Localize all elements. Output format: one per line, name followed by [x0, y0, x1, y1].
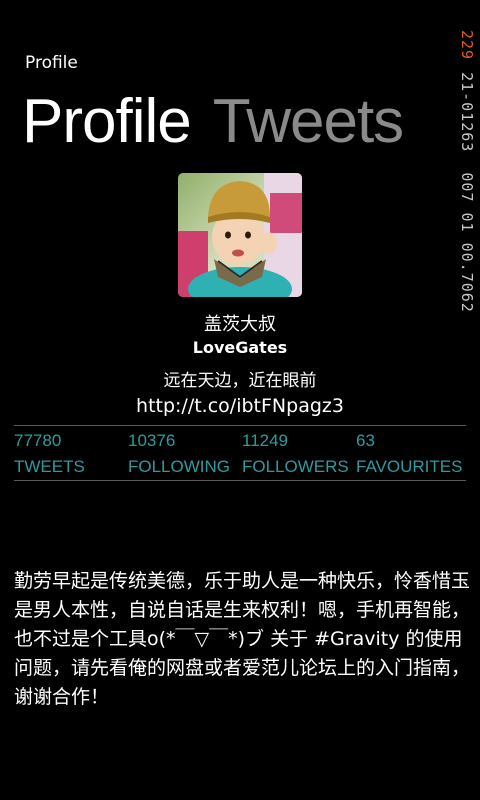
stat-tweets-label: TWEETS: [14, 457, 85, 476]
avatar-image: [178, 173, 302, 297]
stat-followers[interactable]: 11249 FOLLOWERS: [242, 430, 362, 478]
stat-followers-count: 11249: [242, 431, 289, 450]
system-status-strip: 229 21-01263 007 01 00.7062: [454, 30, 476, 390]
stat-following-label: FOLLOWING: [128, 457, 231, 476]
bio-text: 远在天边，近在眼前: [163, 371, 317, 391]
display-name: 盖茨大叔: [204, 314, 276, 335]
stat-followers-label: FOLLOWERS: [242, 457, 349, 476]
stat-following[interactable]: 10376 FOLLOWING: [128, 430, 248, 478]
status-date: 21-01263: [458, 72, 476, 153]
stats-top-divider: [14, 425, 466, 426]
stat-tweets[interactable]: 77780 TWEETS: [14, 430, 134, 478]
pivot-header: Profile Tweets: [22, 82, 404, 162]
stat-favourites[interactable]: 63 FAVOURITES: [356, 430, 476, 478]
avatar[interactable]: [178, 173, 302, 297]
pivot-item-profile[interactable]: Profile: [22, 82, 192, 162]
stats-bottom-divider: [14, 480, 466, 481]
stat-favourites-count: 63: [356, 431, 375, 450]
pivot-item-tweets[interactable]: Tweets: [213, 82, 404, 162]
status-time: 007 01 00.7062: [458, 172, 476, 313]
app-title: Profile: [25, 53, 78, 73]
stat-favourites-label: FAVOURITES: [356, 457, 463, 476]
battery-level: 229: [458, 30, 476, 61]
latest-tweet-text[interactable]: 勤劳早起是传统美德，乐于助人是一种快乐，怜香惜玉是男人本性，自说自话是生来权利！…: [14, 567, 470, 712]
profile-url-link[interactable]: http://t.co/ibtFNpagz3: [0, 395, 480, 417]
stat-following-count: 10376: [128, 431, 176, 450]
screen-name: LoveGates: [192, 338, 288, 357]
stat-tweets-count: 77780: [14, 431, 62, 450]
